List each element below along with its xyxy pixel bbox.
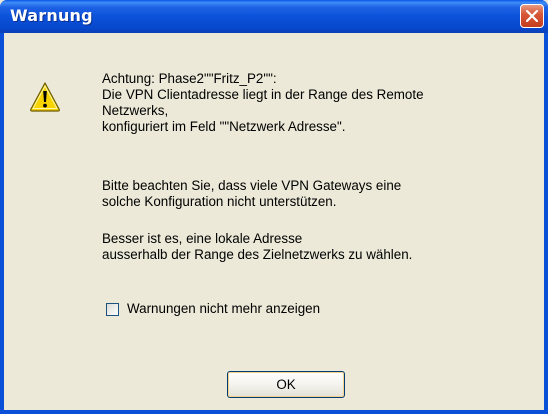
- dialog-body: Achtung: Phase2""Fritz_P2"": Die VPN Cli…: [4, 33, 544, 410]
- warning-icon: [30, 82, 60, 112]
- window-title: Warnung: [10, 6, 93, 25]
- message-line: Die VPN Clientadresse liegt in der Range…: [102, 87, 424, 102]
- close-icon: [526, 10, 538, 22]
- message-paragraph-3: Besser ist es, eine lokale Adresse ausse…: [102, 231, 522, 263]
- close-button[interactable]: [520, 4, 544, 28]
- message-line: Netzwerks,: [102, 103, 169, 118]
- ok-button[interactable]: OK: [227, 371, 345, 398]
- message-paragraph-2: Bitte beachten Sie, dass viele VPN Gatew…: [102, 178, 522, 210]
- message-line: ausserhalb der Range des Zielnetzwerks z…: [102, 247, 413, 262]
- dont-show-again-checkbox[interactable]: [106, 303, 119, 316]
- window-frame-bottom: [0, 410, 548, 414]
- message-line: konfiguriert im Feld ""Netzwerk Adresse"…: [102, 119, 346, 134]
- warning-dialog: Warnung Achtung: Phase2""Fritz_P2"": Die…: [0, 0, 548, 414]
- dont-show-again-label[interactable]: Warnungen nicht mehr anzeigen: [127, 301, 320, 316]
- message-line: solche Konfiguration nicht unterstützen.: [102, 194, 337, 209]
- title-bar[interactable]: Warnung: [0, 0, 548, 33]
- warning-message: Achtung: Phase2""Fritz_P2"": Die VPN Cli…: [102, 71, 522, 262]
- message-line: Achtung: Phase2""Fritz_P2"":: [102, 71, 277, 86]
- message-line: Besser ist es, eine lokale Adresse: [102, 231, 303, 246]
- message-line: Bitte beachten Sie, dass viele VPN Gatew…: [102, 178, 402, 193]
